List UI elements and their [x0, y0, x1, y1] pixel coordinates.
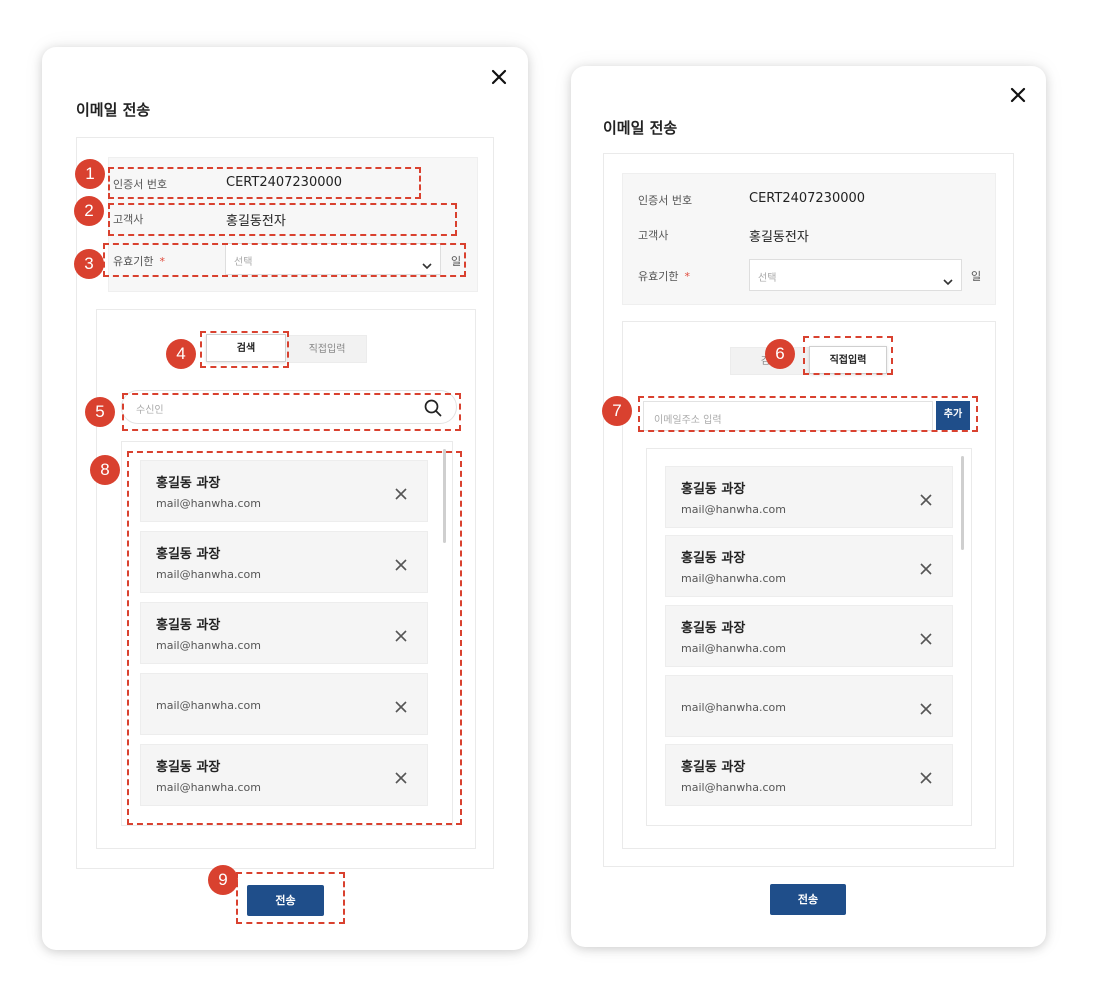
cert-value: CERT2407230000 [749, 191, 866, 206]
annotation-badge: 7 [602, 396, 632, 426]
annotation-badge: 9 [208, 865, 238, 895]
annotation-badge: 3 [74, 249, 104, 279]
annotation-box [103, 243, 466, 277]
send-button[interactable]: 전송 [770, 884, 846, 915]
remove-icon[interactable] [920, 769, 932, 788]
close-icon[interactable] [491, 69, 507, 85]
recipient-card: mail@hanwha.com [665, 675, 953, 737]
remove-icon[interactable] [920, 491, 932, 510]
close-icon[interactable] [1010, 87, 1026, 103]
remove-icon[interactable] [920, 560, 932, 579]
annotation-box [108, 167, 421, 199]
annotation-box [200, 331, 289, 368]
tab-direct-input[interactable]: 직접입력 [287, 335, 367, 363]
recipient-card: 홍길동 과장 mail@hanwha.com [665, 744, 953, 806]
customer-value: 홍길동전자 [749, 230, 809, 245]
annotation-badge: 5 [85, 397, 115, 427]
annotation-box [122, 393, 461, 431]
recipient-email: mail@hanwha.com [681, 781, 786, 794]
info-section: 인증서 번호 CERT2407230000 고객사 홍길동전자 유효기한 * 선택… [622, 173, 996, 305]
recipient-card: 홍길동 과장 mail@hanwha.com [665, 466, 953, 528]
annotation-box [236, 872, 345, 924]
form-container: 인증서 번호 CERT2407230000 고객사 홍길동전자 유효기한 * 선택… [603, 153, 1014, 867]
chevron-down-icon [943, 271, 953, 290]
select-placeholder: 선택 [758, 273, 777, 284]
scrollbar[interactable] [961, 456, 964, 550]
recipient-email: mail@hanwha.com [681, 642, 786, 655]
annotation-badge: 1 [75, 159, 105, 189]
remove-icon[interactable] [920, 700, 932, 719]
recipient-name: 홍길동 과장 [681, 621, 746, 636]
validity-label: 유효기한 * [638, 270, 690, 283]
recipient-list: 홍길동 과장 mail@hanwha.com 홍길동 과장 mail@hanwh… [646, 448, 972, 826]
dialog-title: 이메일 전송 [76, 101, 151, 119]
recipient-email: mail@hanwha.com [681, 572, 786, 585]
unit-label: 일 [971, 270, 982, 283]
required-mark: * [684, 270, 690, 283]
annotation-badge: 6 [765, 339, 795, 369]
dialog-title: 이메일 전송 [603, 119, 678, 137]
annotation-badge: 8 [90, 455, 120, 485]
recipient-card: 홍길동 과장 mail@hanwha.com [665, 535, 953, 597]
annotation-badge: 4 [166, 339, 196, 369]
customer-label: 고객사 [638, 229, 669, 242]
recipient-email: mail@hanwha.com [681, 701, 786, 714]
annotation-badge: 2 [74, 196, 104, 226]
remove-icon[interactable] [920, 630, 932, 649]
annotation-box [638, 396, 978, 432]
validity-select[interactable]: 선택 [749, 259, 962, 291]
annotation-box [803, 336, 893, 375]
recipient-email: mail@hanwha.com [681, 503, 786, 516]
recipient-name: 홍길동 과장 [681, 760, 746, 775]
recipient-card: 홍길동 과장 mail@hanwha.com [665, 605, 953, 667]
cert-label: 인증서 번호 [638, 194, 693, 207]
recipient-name: 홍길동 과장 [681, 482, 746, 497]
annotation-box [127, 451, 462, 825]
annotation-box [108, 203, 457, 236]
email-dialog-right: 이메일 전송 인증서 번호 CERT2407230000 고객사 홍길동전자 유… [571, 66, 1046, 947]
recipient-name: 홍길동 과장 [681, 551, 746, 566]
